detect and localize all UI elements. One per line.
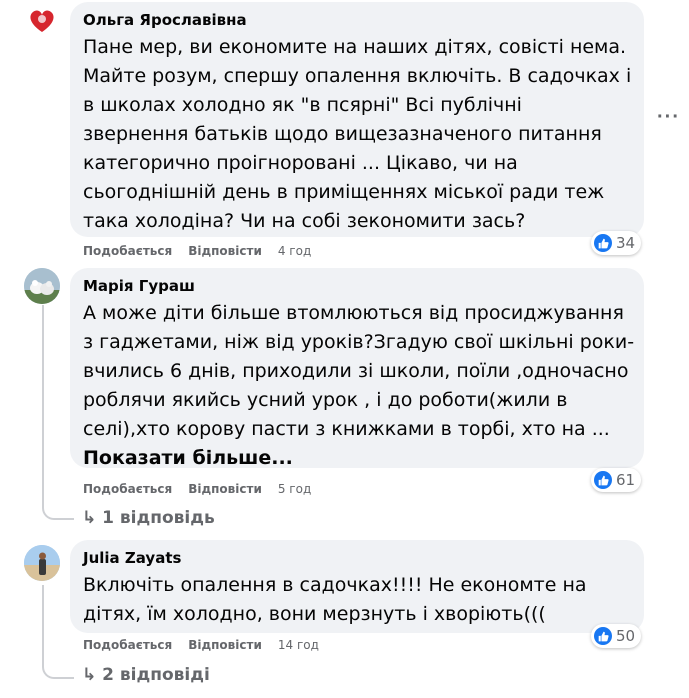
comment-line: дітях, їм холодно, вони мерзнуть і хворі… bbox=[83, 603, 546, 625]
comment-line: вчились 6 днів, приходили зі школи, поїл… bbox=[83, 360, 629, 382]
reaction-count-text: 61 bbox=[616, 471, 636, 489]
comment-author[interactable]: Julia Zayats bbox=[83, 549, 181, 567]
comment-line: А може діти більше втомлюються від проси… bbox=[83, 302, 624, 324]
reaction-count[interactable]: 50 bbox=[591, 624, 642, 648]
comment-time[interactable]: 4 год bbox=[278, 244, 311, 258]
comment-text: А може діти більше втомлюються від проси… bbox=[83, 299, 683, 473]
like-button[interactable]: Подобається bbox=[83, 482, 172, 496]
reaction-count-text: 34 bbox=[616, 234, 636, 252]
comment-actions: Подобається Відповісти 4 год bbox=[83, 244, 311, 258]
comment-author[interactable]: Ольга Ярославівна bbox=[83, 11, 247, 29]
comment-bubble: Марія Гураш А може діти більше втомлюють… bbox=[70, 268, 644, 469]
reply-arrow-icon: ↳ bbox=[82, 665, 103, 685]
like-button[interactable]: Подобається bbox=[83, 638, 172, 652]
comment-line: роблячи якийсь усний урок , і до роботи(… bbox=[83, 389, 568, 411]
comment-author[interactable]: Марія Гураш bbox=[83, 277, 195, 295]
reply-button[interactable]: Відповісти bbox=[188, 244, 262, 258]
reply-arrow-icon: ↳ bbox=[82, 508, 103, 528]
replies-count: 2 відповіді bbox=[102, 665, 210, 685]
comment-line: в школах холодно як "в псярні" Всі публі… bbox=[83, 94, 522, 116]
reply-button[interactable]: Відповісти bbox=[188, 638, 262, 652]
comment-line: Майте розум, спершу опалення включіть. В… bbox=[83, 65, 632, 87]
reaction-count[interactable]: 61 bbox=[591, 468, 642, 492]
comment-line: з гаджетами, ніж від уроків?Згадую свої … bbox=[83, 331, 635, 353]
comment-time[interactable]: 14 год bbox=[278, 638, 319, 652]
reaction-count[interactable]: 34 bbox=[591, 231, 642, 255]
view-replies-button[interactable]: ↳ 2 відповіді bbox=[82, 665, 210, 685]
comment-text: Включіть опалення в садочках!!!! Не екон… bbox=[83, 571, 683, 629]
avatar[interactable] bbox=[24, 268, 60, 304]
like-icon bbox=[594, 627, 612, 645]
comment-line: Пане мер, ви економите на наших дітях, с… bbox=[83, 36, 627, 58]
comment-text: Пане мер, ви економите на наших дітях, с… bbox=[83, 33, 683, 236]
comment-line: така холодіна? Чи на собі зекономити зас… bbox=[83, 210, 526, 232]
comment-line: сьогоднішній день в приміщеннях міської … bbox=[83, 181, 605, 203]
comment-line: Включіть опалення в садочках!!!! Не екон… bbox=[83, 574, 587, 596]
comment-bubble: Ольга Ярославівна Пане мер, ви економите… bbox=[70, 2, 644, 237]
comment-actions: Подобається Відповісти 14 год bbox=[83, 638, 319, 652]
avatar[interactable] bbox=[24, 545, 60, 581]
comment-line: категорично проігноровані ... Цікаво, чи… bbox=[83, 152, 518, 174]
avatar[interactable] bbox=[24, 2, 60, 38]
see-more-link[interactable]: Показати більше... bbox=[83, 444, 683, 473]
like-icon bbox=[594, 234, 612, 252]
reaction-count-text: 50 bbox=[616, 627, 636, 645]
comment-bubble: Julia Zayats Включіть опалення в садочка… bbox=[70, 540, 644, 633]
comment-line: звернення батьків щодо вищезазначеного п… bbox=[83, 123, 602, 145]
like-icon bbox=[594, 471, 612, 489]
comment-time[interactable]: 5 год bbox=[278, 482, 311, 496]
view-replies-button[interactable]: ↳ 1 відповідь bbox=[82, 508, 215, 528]
reply-button[interactable]: Відповісти bbox=[188, 482, 262, 496]
like-button[interactable]: Подобається bbox=[83, 244, 172, 258]
more-options-icon[interactable]: ··· bbox=[657, 106, 680, 129]
comment-actions: Подобається Відповісти 5 год bbox=[83, 482, 311, 496]
comment-line: селі),хто корову пасти з книжками в торб… bbox=[83, 418, 610, 440]
replies-count: 1 відповідь bbox=[102, 508, 215, 528]
